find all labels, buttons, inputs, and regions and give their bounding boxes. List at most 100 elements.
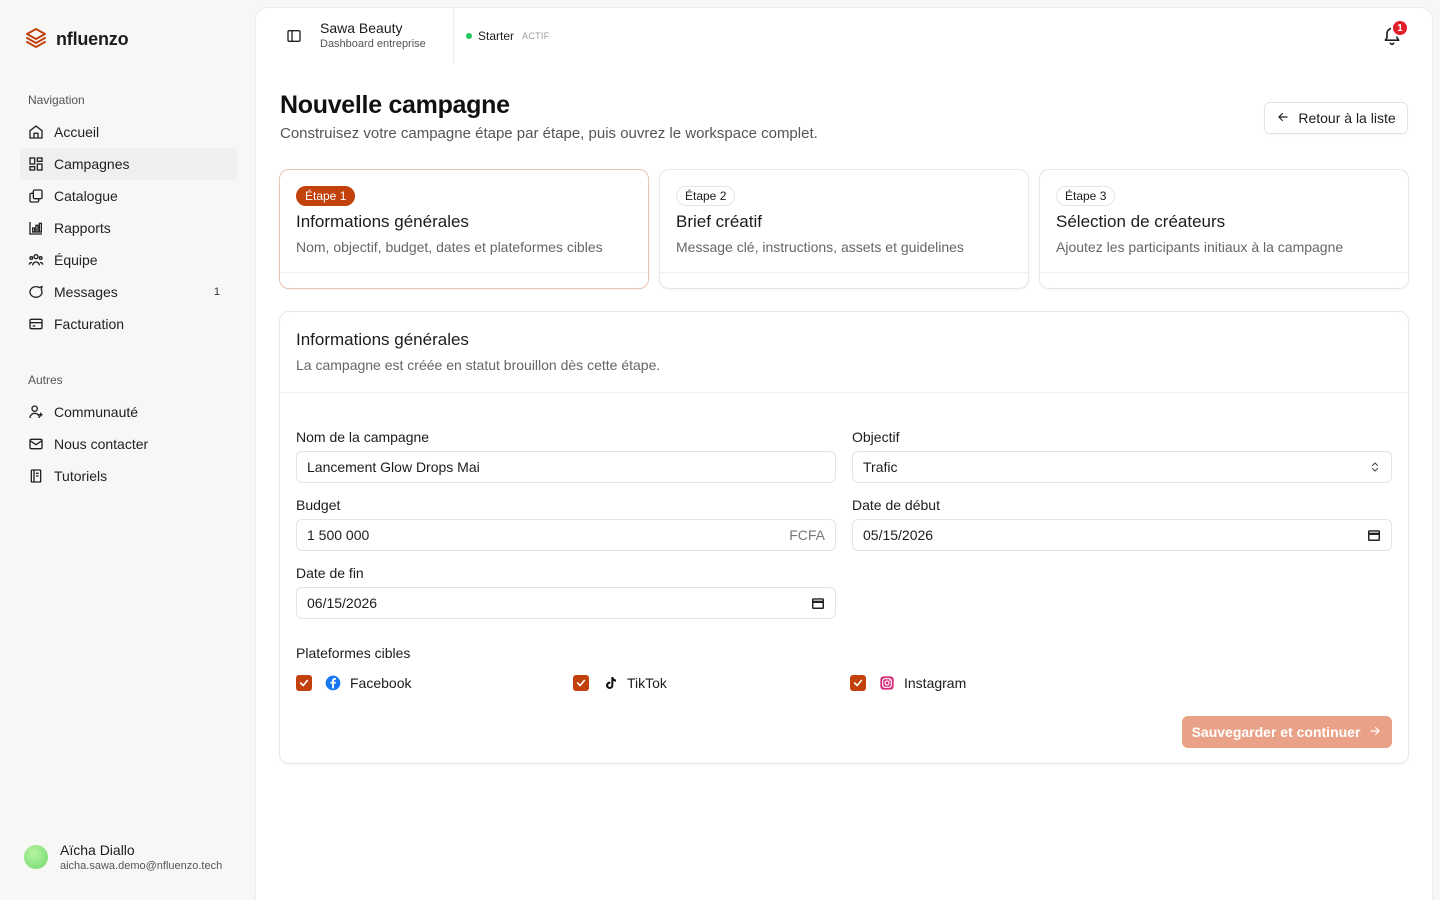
mail-icon: [28, 436, 44, 452]
budget-label: Budget: [296, 497, 341, 513]
sidebar: nfluenzo Navigation Accueil Campagnes Ca…: [0, 0, 256, 900]
page-subtitle: Construisez votre campagne étape par éta…: [280, 125, 818, 142]
sidebar-item-nous-contacter[interactable]: Nous contacter: [20, 428, 238, 460]
platform-label: Facebook: [350, 675, 412, 691]
arrow-left-icon: [1276, 110, 1290, 127]
brand-logo[interactable]: nfluenzo: [24, 26, 129, 53]
step-title: Informations générales: [296, 212, 469, 231]
arrow-right-icon: [1368, 724, 1382, 741]
back-button-label: Retour à la liste: [1298, 110, 1396, 126]
sidebar-item-rapports[interactable]: Rapports: [20, 212, 238, 244]
platform-checkbox[interactable]: [850, 675, 866, 691]
campaign-name-label: Nom de la campagne: [296, 429, 430, 445]
layers-logo-icon: [24, 26, 48, 53]
end-date-input[interactable]: 06/15/2026: [296, 587, 836, 619]
sidebar-item-communaute[interactable]: Communauté: [20, 396, 238, 428]
sidebar-item-label: Nous contacter: [54, 436, 149, 452]
plan-indicator: Starter ACTIF: [466, 29, 550, 43]
org-name: Sawa Beauty: [320, 20, 403, 36]
topbar: Sawa Beauty Dashboard entreprise Starter…: [256, 8, 1432, 64]
main-panel: Sawa Beauty Dashboard entreprise Starter…: [256, 8, 1432, 900]
catalog-icon: [28, 188, 44, 204]
step-divider: [660, 272, 1028, 273]
platform-option-facebook[interactable]: Facebook: [296, 674, 411, 692]
sidebar-item-label: Tutoriels: [54, 468, 108, 484]
calendar-icon[interactable]: [811, 596, 825, 610]
messages-count-badge: 1: [213, 286, 220, 298]
sidebar-item-label: Catalogue: [54, 188, 118, 204]
campaign-name-input[interactable]: Lancement Glow Drops Mai: [296, 451, 836, 483]
sidebar-item-facturation[interactable]: Facturation: [20, 308, 238, 340]
end-date-label: Date de fin: [296, 565, 364, 581]
sidebar-item-label: Communauté: [54, 404, 139, 420]
sidebar-item-label: Rapports: [54, 220, 111, 236]
page-title: Nouvelle campagne: [280, 91, 510, 119]
campaigns-icon: [28, 156, 44, 172]
sidebar-item-label: Facturation: [54, 316, 125, 332]
step-card-1[interactable]: Étape 1 Informations générales Nom, obje…: [279, 169, 649, 289]
budget-input[interactable]: 1 500 000 FCFA: [296, 519, 836, 551]
objective-value: Trafic: [863, 459, 898, 475]
step-badge: Étape 1: [296, 186, 356, 206]
sidebar-item-tutoriels[interactable]: Tutoriels: [20, 460, 238, 492]
sidebar-item-catalogue[interactable]: Catalogue: [20, 180, 238, 212]
sidebar-item-label: Accueil: [54, 124, 100, 140]
save-and-continue-button[interactable]: Sauvegarder et continuer: [1182, 716, 1392, 748]
budget-currency: FCFA: [789, 527, 825, 543]
platform-option-instagram[interactable]: Instagram: [850, 674, 966, 692]
back-to-list-button[interactable]: Retour à la liste: [1264, 102, 1408, 134]
brand-name: nfluenzo: [56, 29, 129, 49]
org-subtitle: Dashboard entreprise: [320, 38, 426, 50]
sidebar-toggle-icon[interactable]: [286, 28, 302, 44]
step-title: Brief créatif: [676, 212, 762, 231]
start-date-value: 05/15/2026: [863, 527, 934, 543]
step-card-3[interactable]: Étape 3 Sélection de créateurs Ajoutez l…: [1039, 169, 1409, 289]
primary-nav: Accueil Campagnes Catalogue Rapports Équ…: [20, 116, 238, 340]
sidebar-item-messages[interactable]: Messages 1: [20, 276, 238, 308]
step-description: Nom, objectif, budget, dates et platefor…: [296, 239, 603, 255]
platform-checkbox[interactable]: [296, 675, 312, 691]
status-dot: [466, 33, 472, 39]
platform-checkbox[interactable]: [573, 675, 589, 691]
budget-value: 1 500 000: [307, 527, 370, 543]
end-date-value: 06/15/2026: [307, 595, 378, 611]
form-divider: [280, 392, 1408, 393]
topbar-divider: [453, 8, 454, 64]
step-badge: Étape 2: [676, 186, 736, 206]
save-button-label: Sauvegarder et continuer: [1191, 724, 1361, 740]
sidebar-item-campagnes[interactable]: Campagnes: [20, 148, 238, 180]
objective-select[interactable]: Trafic: [852, 451, 1392, 483]
campaign-name-value: Lancement Glow Drops Mai: [307, 459, 480, 475]
sidebar-item-label: Campagnes: [54, 156, 130, 172]
platforms-label: Plateformes cibles: [296, 645, 411, 661]
user-name: Aïcha Diallo: [60, 842, 135, 858]
community-icon: [28, 404, 44, 420]
chevron-up-down-icon: [1369, 461, 1381, 473]
start-date-input[interactable]: 05/15/2026: [852, 519, 1392, 551]
stepper: Étape 1 Informations générales Nom, obje…: [279, 169, 1409, 289]
calendar-icon[interactable]: [1367, 528, 1381, 542]
facebook-icon: [324, 674, 342, 692]
objective-label: Objectif: [852, 429, 900, 445]
platform-label: TikTok: [627, 675, 667, 691]
secondary-nav: Communauté Nous contacter Tutoriels: [20, 396, 238, 492]
nav-heading: Navigation: [28, 93, 85, 107]
billing-icon: [28, 316, 44, 332]
team-icon: [28, 252, 44, 268]
step-badge: Étape 3: [1056, 186, 1116, 206]
user-profile[interactable]: Aïcha Diallo aicha.sawa.demo@nfluenzo.te…: [24, 842, 230, 872]
message-icon: [28, 284, 44, 300]
step-card-2[interactable]: Étape 2 Brief créatif Message clé, instr…: [659, 169, 1029, 289]
home-icon: [28, 124, 44, 140]
plan-name: Starter: [478, 29, 515, 43]
sidebar-item-accueil[interactable]: Accueil: [20, 116, 238, 148]
other-heading: Autres: [28, 373, 63, 387]
sidebar-item-equipe[interactable]: Équipe: [20, 244, 238, 276]
platform-label: Instagram: [904, 675, 967, 691]
form-subtitle: La campagne est créée en statut brouillo…: [296, 357, 661, 373]
chart-icon: [28, 220, 44, 236]
platform-option-tiktok[interactable]: TikTok: [573, 674, 667, 692]
tiktok-icon: [601, 674, 619, 692]
user-email: aicha.sawa.demo@nfluenzo.tech: [60, 860, 223, 872]
instagram-icon: [878, 674, 896, 692]
